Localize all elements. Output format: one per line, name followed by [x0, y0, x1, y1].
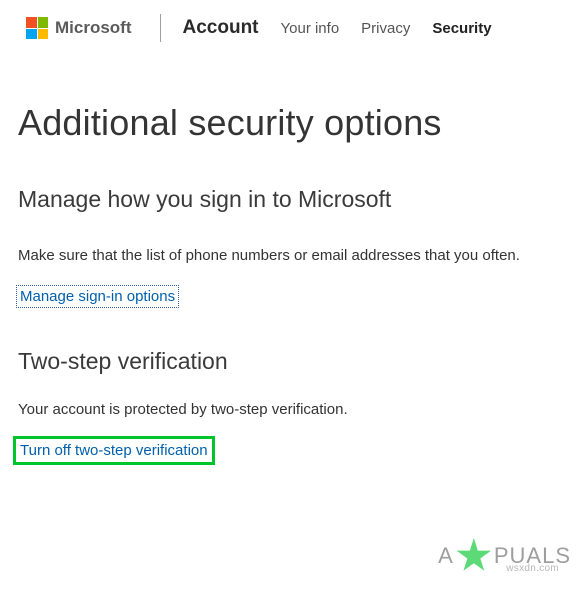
manage-signin-options-link[interactable]: Manage sign-in options: [18, 287, 177, 306]
microsoft-logo-icon: [26, 17, 48, 39]
header-divider: [160, 14, 161, 42]
star-icon: [456, 538, 492, 574]
nav-link-security[interactable]: Security: [432, 20, 491, 37]
nav-account-label[interactable]: Account: [183, 17, 259, 39]
header-bar: Microsoft Account Your info Privacy Secu…: [0, 0, 581, 56]
header-nav: Account Your info Privacy Security: [183, 17, 492, 39]
nav-link-privacy[interactable]: Privacy: [361, 20, 410, 37]
section-two-step: Two-step verification Your account is pr…: [0, 348, 581, 460]
watermark: A PUALS wsxdn.com: [438, 538, 571, 574]
section-signin-body: Make sure that the list of phone numbers…: [18, 245, 563, 267]
section-two-step-body: Your account is protected by two-step ve…: [18, 399, 563, 421]
turn-off-two-step-link[interactable]: Turn off two-step verification: [18, 441, 210, 460]
microsoft-logo[interactable]: Microsoft: [26, 17, 132, 39]
page-title: Additional security options: [0, 56, 581, 144]
watermark-text-before: A: [438, 543, 454, 569]
section-two-step-title: Two-step verification: [18, 348, 563, 375]
section-signin-title: Manage how you sign in to Microsoft: [18, 186, 563, 213]
microsoft-logo-text: Microsoft: [55, 18, 132, 38]
nav-link-your-info[interactable]: Your info: [281, 20, 340, 37]
section-signin: Manage how you sign in to Microsoft Make…: [0, 186, 581, 306]
watermark-sub: wsxdn.com: [506, 563, 559, 574]
